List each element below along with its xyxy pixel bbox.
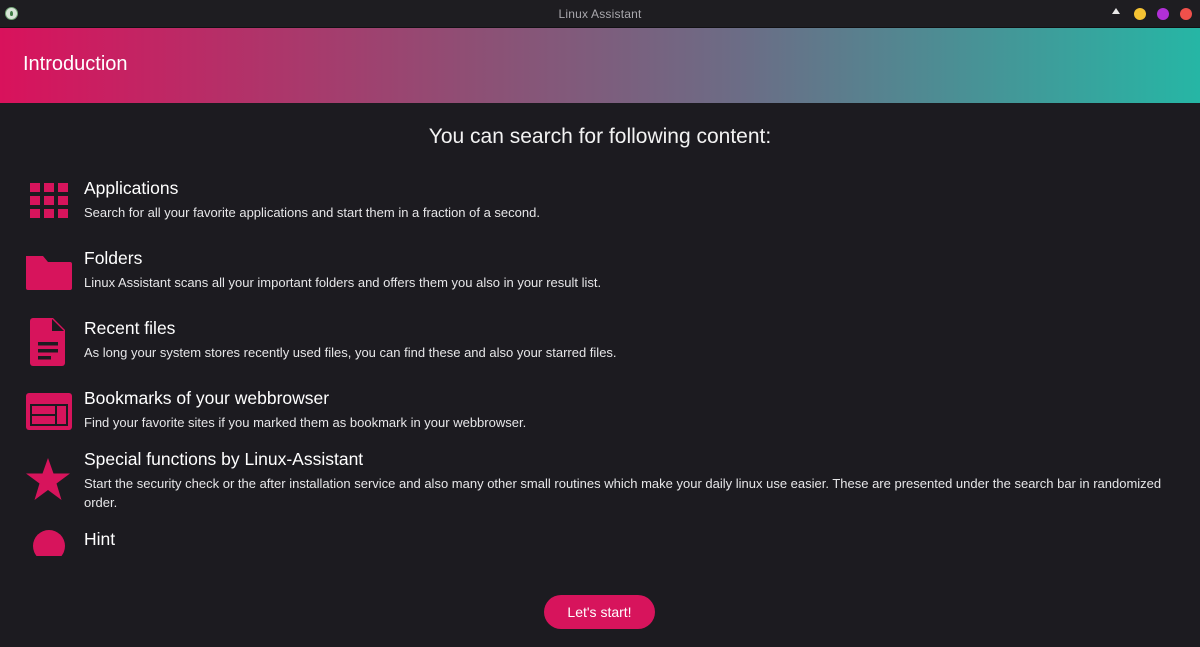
app-window: Linux Assistant Introduction You can sea… (0, 0, 1200, 647)
lightbulb-icon (24, 529, 74, 556)
feature-title: Bookmarks of your webbrowser (84, 388, 330, 408)
feature-title: Recent files (84, 318, 176, 338)
page-title: Introduction (23, 53, 128, 75)
star-icon (24, 456, 74, 506)
maximize-button[interactable] (1157, 8, 1169, 20)
lets-start-button[interactable]: Let's start! (544, 595, 655, 629)
feature-description: As long your system stores recently used… (84, 345, 617, 360)
feature-title: Applications (84, 178, 179, 198)
feature-description: Search for all your favorite application… (84, 205, 540, 220)
content-heading: You can search for following content: (428, 125, 772, 148)
close-button[interactable] (1180, 8, 1192, 20)
feature-description: Linux Assistant scans all your important… (84, 275, 602, 290)
feature-description: Find your favorite sites if you marked t… (84, 415, 527, 430)
document-icon (24, 318, 74, 368)
window-titlebar[interactable]: Linux Assistant (0, 0, 1200, 28)
header-banner: Introduction (0, 28, 1200, 103)
minimize-button[interactable] (1134, 8, 1146, 20)
apps-grid-icon (24, 181, 74, 231)
folder-icon (24, 248, 74, 298)
keep-above-button[interactable] (1112, 8, 1120, 14)
feature-item-hint: Hint (0, 529, 1200, 556)
browser-window-icon (24, 391, 74, 441)
window-title: Linux Assistant (558, 7, 642, 21)
feature-title: Special functions by Linux-Assistant (84, 449, 364, 469)
feature-title: Folders (84, 248, 143, 268)
feature-description: Start the security check or the after in… (84, 476, 1162, 510)
feature-title: Hint (84, 529, 116, 549)
